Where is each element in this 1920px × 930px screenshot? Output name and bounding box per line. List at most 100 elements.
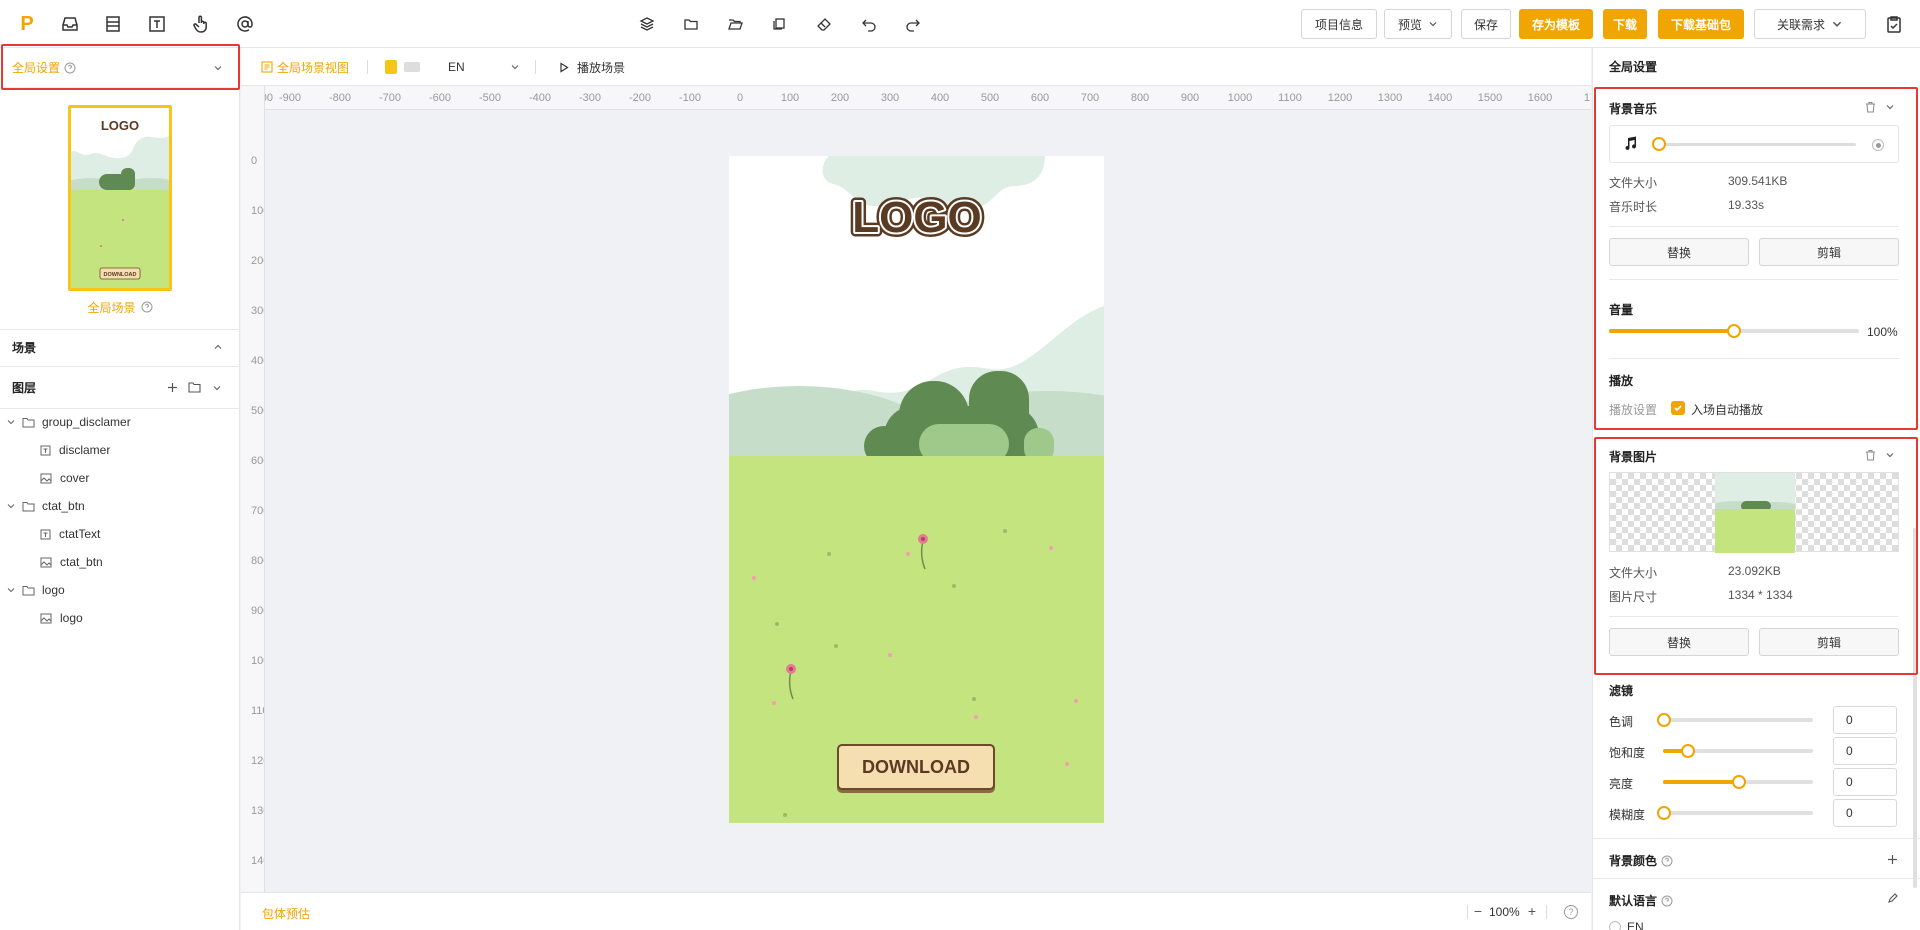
save-label: 保存 [1473, 17, 1498, 32]
filter-track[interactable] [1663, 718, 1813, 722]
filter-handle[interactable] [1657, 713, 1671, 727]
scene-view-button[interactable]: 全局场景视图 [261, 48, 349, 86]
layer-row-ctattext[interactable]: ctatText [0, 522, 240, 546]
bgimg-title: 背景图片 [1609, 450, 1658, 464]
inbox-icon[interactable] [58, 12, 82, 36]
filter-value-input[interactable]: 0 [1833, 706, 1897, 734]
audio-close-icon[interactable] [1872, 139, 1884, 151]
bgm-replace-button[interactable]: 替换 [1609, 238, 1749, 266]
audio-progress-handle[interactable] [1652, 137, 1666, 151]
layout-icon[interactable] [101, 12, 125, 36]
help-glyph: ? [1568, 907, 1574, 917]
zoom-out-button[interactable]: − [1471, 903, 1485, 919]
volume-handle[interactable] [1727, 324, 1741, 338]
app-logo[interactable]: P [15, 12, 39, 36]
download-button[interactable]: 下载 [1603, 9, 1647, 39]
download-base-button[interactable]: 下载基础包 [1658, 9, 1744, 39]
scene-thumbnail[interactable]: LOGO DOWNLOAD [68, 105, 172, 291]
global-settings-label: 全局设置 [12, 61, 61, 75]
undo-icon[interactable] [857, 12, 881, 36]
global-settings-header[interactable]: 全局设置 [0, 48, 240, 88]
ruler-label: 0 [736, 92, 744, 104]
bgimg-file-size-label: 文件大小 [1609, 566, 1658, 580]
canvas-download-button[interactable]: DOWNLOAD [837, 744, 995, 790]
language-select[interactable]: EN [448, 48, 520, 86]
hand-pointer-icon[interactable] [189, 12, 213, 36]
chevron-down-icon[interactable] [1885, 102, 1895, 112]
bgimg-replace-label: 替换 [1666, 635, 1691, 650]
layer-label: logo [42, 583, 65, 597]
trash-icon[interactable] [1865, 449, 1876, 461]
link-requirement-dropdown[interactable]: 关联需求 [1754, 9, 1866, 39]
bgimg-preview[interactable] [1609, 472, 1899, 553]
layers-label: 图层 [12, 380, 37, 395]
bgm-edit-button[interactable]: 剪辑 [1759, 238, 1899, 266]
layer-row-logo-group[interactable]: logo [0, 578, 240, 602]
at-mention-icon[interactable] [233, 12, 257, 36]
copy-icon[interactable] [767, 12, 791, 36]
eraser-icon[interactable] [812, 12, 836, 36]
color-swatch-primary[interactable] [385, 60, 397, 74]
chevron-down-icon[interactable] [1885, 450, 1895, 460]
lang-option-row[interactable]: EN [1609, 920, 1644, 930]
text-tool-icon[interactable] [145, 12, 169, 36]
bgm-edit-label: 剪辑 [1816, 245, 1841, 260]
lang-radio[interactable] [1609, 921, 1621, 930]
scene-artboard[interactable]: LOGO LOGO LOGO DOWNLOAD [729, 156, 1104, 823]
project-info-button[interactable]: 项目信息 [1301, 9, 1377, 39]
filter-track[interactable] [1663, 811, 1813, 815]
divider [367, 60, 368, 74]
filter-handle[interactable] [1657, 806, 1671, 820]
layer-row-disclamer[interactable]: disclamer [0, 438, 240, 462]
chevron-up-icon[interactable] [213, 342, 223, 352]
filter-value-input[interactable]: 0 [1833, 768, 1897, 796]
save-template-button[interactable]: 存为模板 [1519, 9, 1593, 39]
filter-value-input[interactable]: 0 [1833, 799, 1897, 827]
save-button[interactable]: 保存 [1461, 9, 1511, 39]
layer-row-ctat-btn-group[interactable]: ctat_btn [0, 494, 240, 518]
help-icon[interactable]: ? [1564, 905, 1578, 919]
bgimg-edit-button[interactable]: 剪辑 [1759, 628, 1899, 656]
chevron-down-icon[interactable] [213, 63, 223, 73]
add-icon[interactable] [167, 382, 178, 393]
layer-row-ctat-btn-image[interactable]: ctat_btn [0, 550, 240, 574]
filter-handle[interactable] [1732, 775, 1746, 789]
folder-open-icon[interactable] [723, 12, 747, 36]
folder-icon[interactable] [679, 12, 703, 36]
divider [1467, 905, 1468, 919]
layer-row-group-disclamer[interactable]: group_disclamer [0, 410, 240, 434]
caret-down-icon [7, 504, 15, 509]
add-icon[interactable] [1887, 854, 1898, 865]
zoom-in-button[interactable]: + [1525, 903, 1539, 919]
bgimg-replace-button[interactable]: 替换 [1609, 628, 1749, 656]
project-info-label: 项目信息 [1314, 17, 1363, 32]
layers-icon[interactable] [635, 12, 659, 36]
default-lang-title: 默认语言 [1609, 894, 1658, 908]
right-panel-scrollbar[interactable] [1913, 528, 1917, 888]
layer-row-logo-image[interactable]: logo [0, 606, 240, 630]
audio-progress-track[interactable] [1658, 143, 1856, 146]
package-estimate-link[interactable]: 包体预估 [262, 905, 310, 922]
redo-icon[interactable] [901, 12, 925, 36]
chevron-down-icon[interactable] [212, 383, 222, 393]
filter-handle[interactable] [1681, 744, 1695, 758]
image-layer-icon [40, 557, 52, 567]
clipboard-check-icon[interactable] [1882, 12, 1906, 36]
color-swatch-secondary[interactable] [404, 62, 420, 72]
edit-pencil-icon[interactable] [1887, 892, 1899, 904]
layer-row-cover[interactable]: cover [0, 466, 240, 490]
play-scene-button[interactable]: 播放场景 [559, 48, 625, 86]
filter-value: 0 [1846, 713, 1853, 727]
volume-slider[interactable] [1609, 324, 1859, 338]
canvas-download-label: DOWNLOAD [862, 756, 970, 777]
bgm-title: 背景音乐 [1609, 102, 1658, 116]
scenes-header[interactable]: 场景 [12, 337, 36, 357]
preview-dropdown[interactable]: 预览 [1384, 9, 1452, 39]
help-circle-icon [64, 62, 76, 73]
filter-value-input[interactable]: 0 [1833, 737, 1897, 765]
ruler-label: 300 [880, 92, 900, 104]
autoplay-label[interactable]: 入场自动播放 [1691, 401, 1763, 418]
trash-icon[interactable] [1865, 101, 1876, 113]
new-folder-icon[interactable] [188, 381, 201, 393]
autoplay-checkbox[interactable] [1671, 401, 1685, 415]
